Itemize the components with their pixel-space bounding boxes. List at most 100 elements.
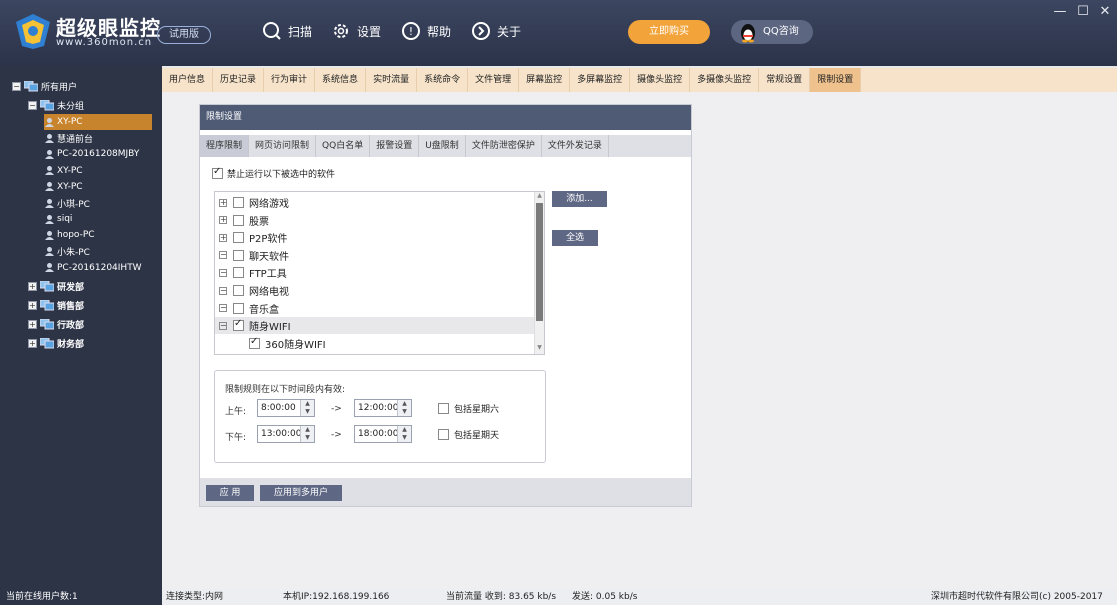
apply-button[interactable]: 应 用 <box>206 485 254 501</box>
collapse-icon[interactable]: − <box>219 321 227 330</box>
minimize-button[interactable]: — <box>1052 4 1068 19</box>
select-all-button[interactable]: 全选 <box>552 230 598 246</box>
tree-user-item[interactable]: XY-PC <box>44 114 152 130</box>
close-button[interactable]: ✕ <box>1097 4 1113 19</box>
include-sunday-row[interactable]: 包括星期天 <box>438 428 499 441</box>
time-spinner[interactable]: ▲ ▼ <box>397 400 411 416</box>
tree-root-all-users[interactable]: − 所有用户 <box>12 78 77 94</box>
main-tab[interactable]: 常规设置 <box>759 68 811 92</box>
expand-icon[interactable]: + <box>219 216 227 225</box>
tree-user-item[interactable]: XY-PC <box>44 163 152 179</box>
software-category-row[interactable]: + P2P软件 <box>215 229 535 246</box>
help-button[interactable]: ! 帮助 <box>401 18 451 44</box>
software-checkbox[interactable] <box>233 302 244 314</box>
spin-up-icon[interactable]: ▲ <box>301 400 314 408</box>
morning-end-time-input[interactable]: 12:00:00 ▲ ▼ <box>354 399 412 417</box>
software-category-row[interactable]: − 聊天软件 <box>215 247 535 264</box>
software-list-scrollbar[interactable]: ▲ ▼ <box>534 192 544 354</box>
tree-group-ungrouped[interactable]: − 未分组 <box>28 97 84 113</box>
spin-down-icon[interactable]: ▼ <box>301 408 314 416</box>
scroll-up-icon[interactable]: ▲ <box>535 192 544 202</box>
software-checkbox[interactable] <box>233 197 244 208</box>
buy-now-button[interactable]: 立即购买 <box>628 20 710 44</box>
collapse-icon[interactable]: − <box>219 268 227 277</box>
collapse-icon[interactable]: − <box>219 251 227 260</box>
collapse-icon[interactable]: − <box>12 81 21 91</box>
tree-group-finance[interactable]: + 财务部 <box>28 335 84 351</box>
sub-tab[interactable]: 程序限制 <box>200 135 250 157</box>
sub-tab[interactable]: 文件外发记录 <box>542 135 609 157</box>
sub-tab[interactable]: 报警设置 <box>370 135 420 157</box>
sub-tab[interactable]: 网页访问限制 <box>249 135 317 157</box>
spin-up-icon[interactable]: ▲ <box>398 426 411 434</box>
about-button[interactable]: 关于 <box>471 18 521 44</box>
main-tab[interactable]: 用户信息 <box>162 68 214 92</box>
expand-icon[interactable]: + <box>28 300 37 310</box>
scan-button[interactable]: 扫描 <box>262 18 312 44</box>
tree-group-sales[interactable]: + 销售部 <box>28 297 84 313</box>
maximize-button[interactable]: ☐ <box>1075 4 1091 19</box>
collapse-icon[interactable]: − <box>28 100 37 110</box>
software-checkbox[interactable] <box>233 318 244 332</box>
scroll-thumb[interactable] <box>536 203 543 321</box>
add-software-button[interactable]: 添加... <box>552 191 607 207</box>
afternoon-end-time-input[interactable]: 18:00:00 ▲ ▼ <box>354 425 412 443</box>
qq-consult-button[interactable]: QQ咨询 <box>731 20 813 44</box>
main-tab[interactable]: 系统命令 <box>417 68 469 92</box>
software-checkbox[interactable] <box>233 267 244 279</box>
tree-group-admin[interactable]: + 行政部 <box>28 316 84 332</box>
afternoon-start-time-input[interactable]: 13:00:00 ▲ ▼ <box>257 425 315 443</box>
expand-icon[interactable]: + <box>28 338 37 348</box>
expand-icon[interactable]: + <box>28 281 37 291</box>
sub-tab[interactable]: 文件防泄密保护 <box>466 135 542 157</box>
main-tab[interactable]: 实时流量 <box>366 68 418 92</box>
spin-down-icon[interactable]: ▼ <box>301 434 314 442</box>
tree-user-item[interactable]: 小朱-PC <box>44 244 152 260</box>
tree-user-item[interactable]: XY-PC <box>44 179 152 195</box>
main-tab[interactable]: 限制设置 <box>810 68 862 92</box>
main-tab[interactable]: 行为审计 <box>264 68 316 92</box>
spin-up-icon[interactable]: ▲ <box>398 400 411 408</box>
software-category-row[interactable]: − 随身WIFI <box>215 317 535 335</box>
software-category-row[interactable]: − 音乐盒 <box>215 300 535 317</box>
time-spinner[interactable]: ▲ ▼ <box>300 400 314 416</box>
collapse-icon[interactable]: − <box>219 286 227 295</box>
include-saturday-checkbox[interactable] <box>438 403 449 414</box>
tree-user-item[interactable]: 小琪-PC <box>44 195 152 211</box>
apply-multi-user-button[interactable]: 应用到多用户 <box>260 485 342 501</box>
software-checkbox[interactable] <box>233 232 244 244</box>
tree-user-item[interactable]: hopo-PC <box>44 227 152 243</box>
main-tab[interactable]: 历史记录 <box>213 68 265 92</box>
expand-icon[interactable]: + <box>219 233 227 242</box>
include-saturday-row[interactable]: 包括星期六 <box>438 402 499 415</box>
software-category-row[interactable]: − 网络电视 <box>215 282 535 299</box>
main-tab[interactable]: 系统信息 <box>315 68 367 92</box>
main-tab[interactable]: 文件管理 <box>468 68 520 92</box>
time-spinner[interactable]: ▲ ▼ <box>300 426 314 442</box>
software-category-row[interactable]: 360随身WIFI <box>215 335 535 352</box>
tree-user-item[interactable]: PC-20161204IHTW <box>44 260 152 276</box>
main-tab[interactable]: 屏幕监控 <box>519 68 571 92</box>
spin-down-icon[interactable]: ▼ <box>398 408 411 416</box>
software-category-row[interactable]: + 网络游戏 <box>215 194 535 211</box>
time-spinner[interactable]: ▲ ▼ <box>397 426 411 442</box>
main-tab[interactable]: 多摄像头监控 <box>690 68 760 92</box>
software-checkbox[interactable] <box>233 249 244 261</box>
scroll-down-icon[interactable]: ▼ <box>535 344 544 354</box>
main-tab[interactable]: 多屏幕监控 <box>570 68 631 92</box>
sub-tab[interactable]: U盘限制 <box>419 135 466 157</box>
spin-down-icon[interactable]: ▼ <box>398 434 411 442</box>
tree-user-item[interactable]: 慧通前台 <box>44 130 152 146</box>
tree-user-item[interactable]: PC-20161208MJBY <box>44 146 152 162</box>
morning-start-time-input[interactable]: 8:00:00 ▲ ▼ <box>257 399 315 417</box>
software-category-row[interactable]: − FTP工具 <box>215 264 535 281</box>
expand-icon[interactable]: + <box>219 198 227 207</box>
software-checkbox[interactable] <box>233 285 244 296</box>
sub-tab[interactable]: QQ白名单 <box>316 135 371 157</box>
main-tab[interactable]: 摄像头监控 <box>630 68 691 92</box>
forbid-software-checkbox[interactable] <box>212 166 223 179</box>
software-category-row[interactable]: + 股票 <box>215 212 535 229</box>
spin-up-icon[interactable]: ▲ <box>301 426 314 434</box>
forbid-software-row[interactable]: 禁止运行以下被选中的软件 <box>212 166 335 180</box>
software-checkbox[interactable] <box>233 214 244 226</box>
